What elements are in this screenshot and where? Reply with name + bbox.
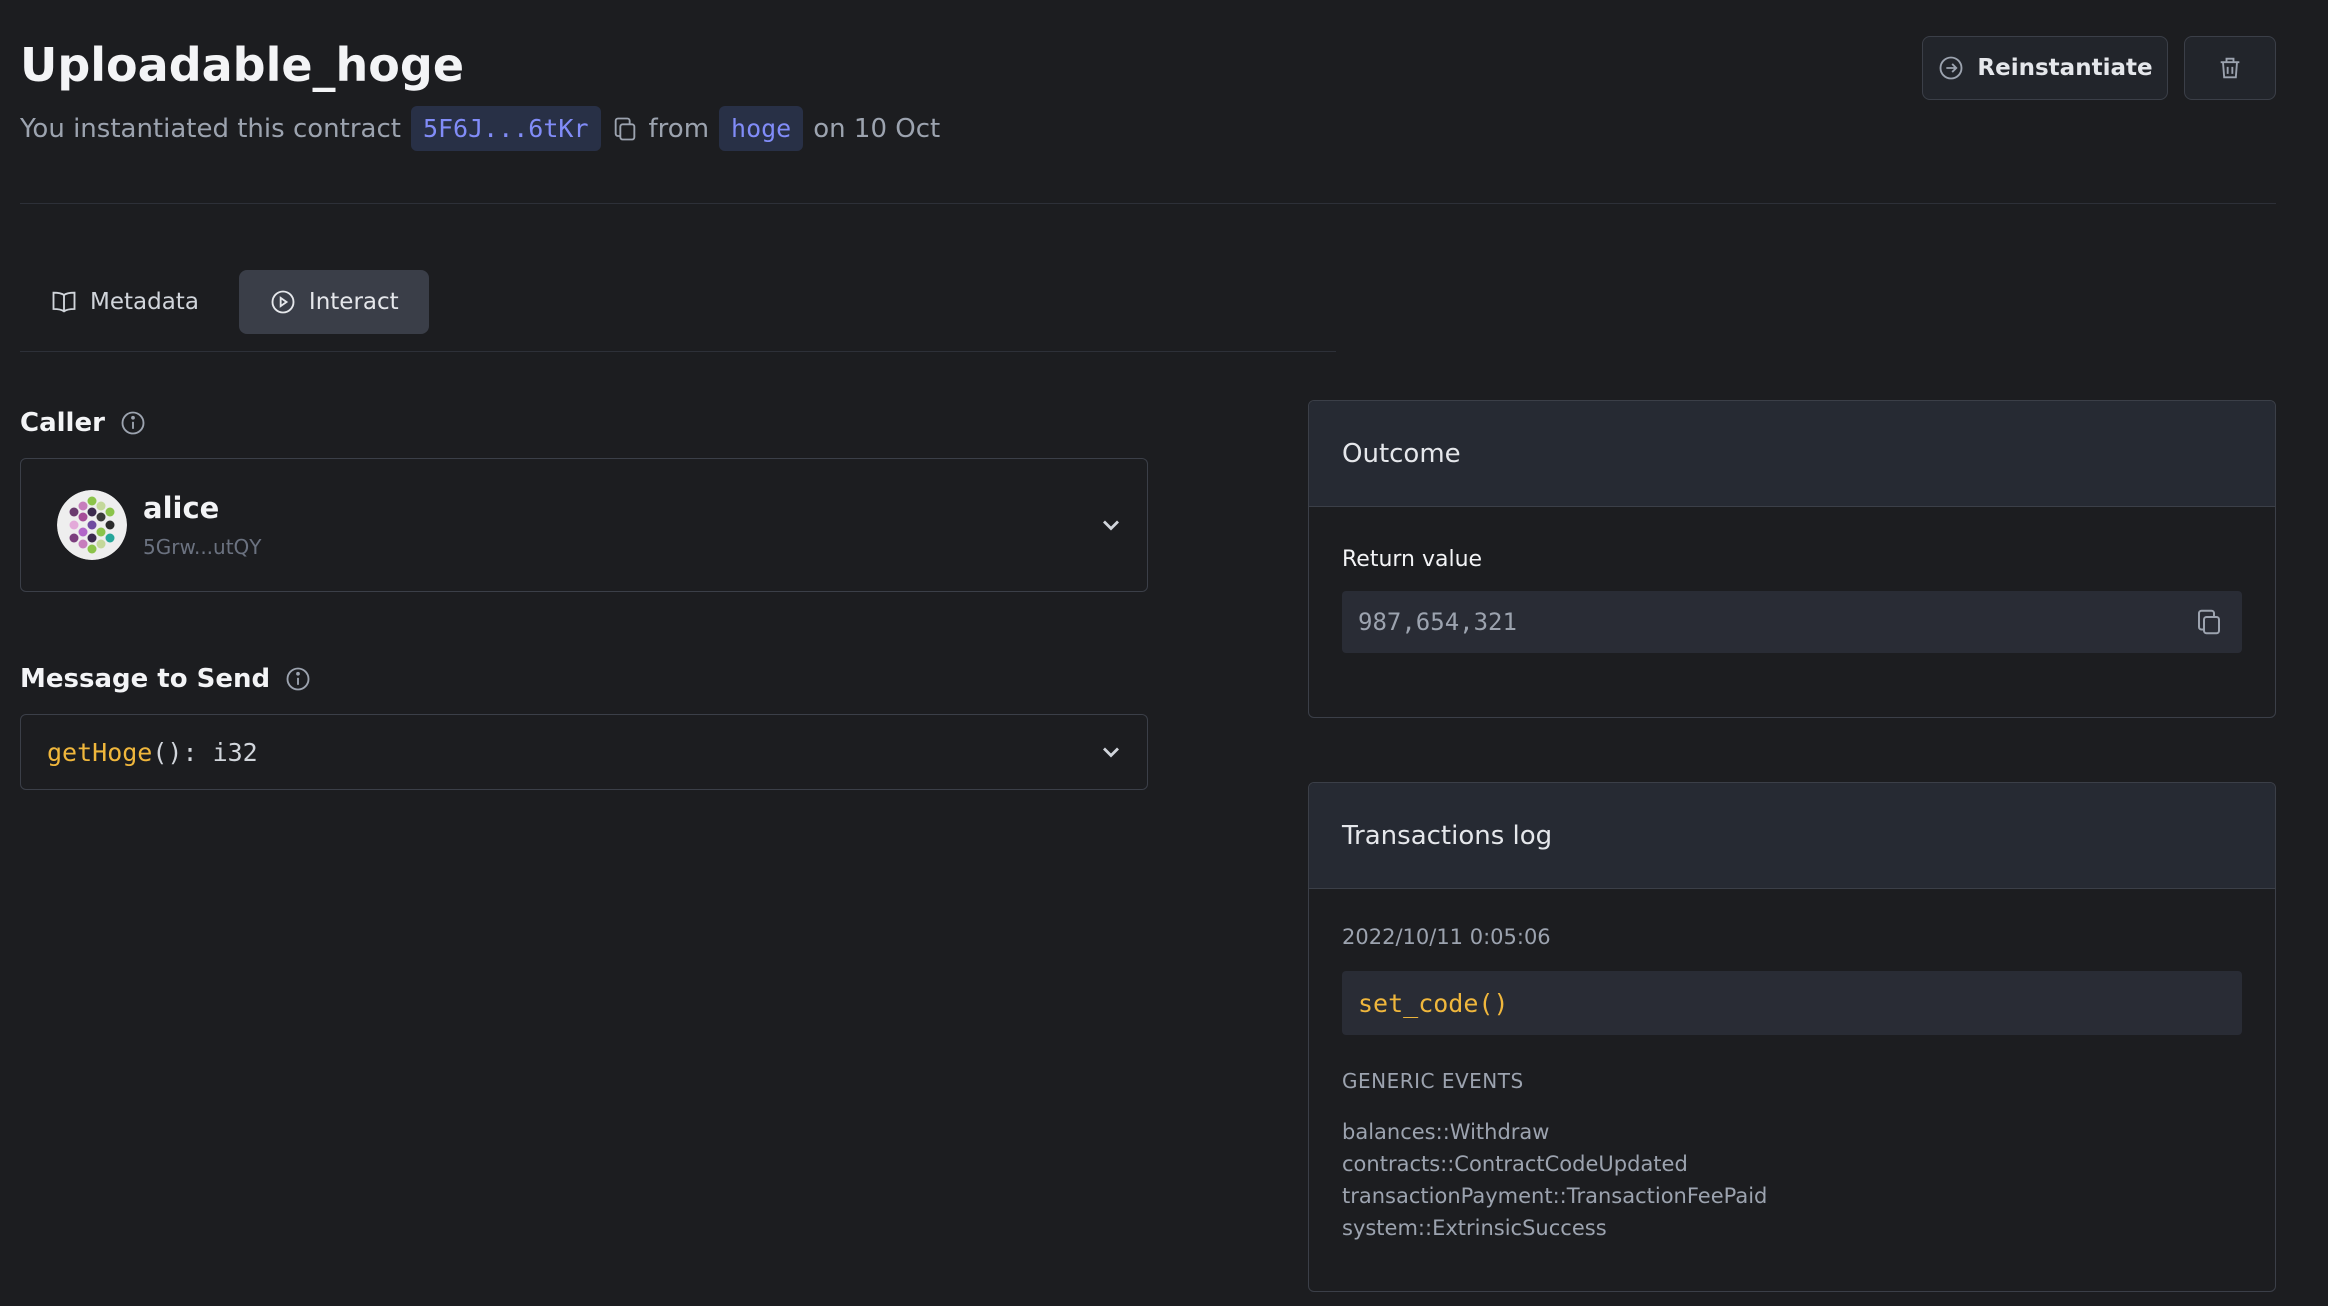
- tab-interact[interactable]: Interact: [238, 270, 429, 334]
- header-divider: [20, 203, 2276, 204]
- message-label: Message to Send: [20, 664, 271, 694]
- outcome-panel: Outcome Return value 987,654,321: [1308, 400, 2276, 718]
- caller-address: 5Grw...utQY: [143, 535, 262, 559]
- events-heading: GENERIC EVENTS: [1342, 1069, 1524, 1093]
- avatar: [57, 490, 127, 560]
- page-title: Uploadable_hoge: [20, 38, 465, 92]
- tabs-divider: [20, 351, 1336, 352]
- tab-interact-label: Interact: [308, 289, 399, 315]
- return-value: 987,654,321: [1358, 608, 1517, 636]
- message-function-name: getHoge: [47, 737, 153, 767]
- book-icon: [50, 288, 78, 316]
- chevron-down-icon: [1097, 511, 1125, 539]
- caller-name: alice: [143, 491, 220, 525]
- transaction-call: set_code(): [1342, 971, 2242, 1035]
- subtitle-prefix: You instantiated this contract: [20, 113, 401, 144]
- return-value-field: 987,654,321: [1342, 591, 2242, 653]
- outcome-title: Outcome: [1309, 401, 2275, 507]
- reinstantiate-button[interactable]: Reinstantiate: [1922, 36, 2168, 100]
- header-actions: Reinstantiate: [1922, 36, 2276, 100]
- chevron-down-icon: [1097, 738, 1125, 766]
- message-select[interactable]: getHoge (): i32: [20, 714, 1148, 790]
- events-list: balances::Withdraw contracts::ContractCo…: [1342, 1116, 1767, 1244]
- tab-metadata[interactable]: Metadata: [20, 270, 229, 334]
- contract-page: Uploadable_hoge You instantiated this co…: [0, 0, 2328, 1306]
- caller-label: Caller: [20, 408, 105, 438]
- info-icon[interactable]: [284, 665, 312, 693]
- date-text: on 10 Oct: [813, 113, 941, 144]
- info-icon[interactable]: [119, 409, 147, 437]
- list-item: balances::Withdraw: [1342, 1120, 1550, 1144]
- from-text: from: [648, 113, 710, 144]
- message-label-row: Message to Send: [20, 664, 312, 694]
- contract-address-badge: 5F6J...6tKr: [410, 106, 601, 151]
- reinstantiate-label: Reinstantiate: [1977, 55, 2153, 81]
- list-item: contracts::ContractCodeUpdated: [1342, 1152, 1688, 1176]
- code-name-badge[interactable]: hoge: [719, 106, 804, 151]
- message-signature: (): i32: [152, 737, 258, 767]
- transactions-panel: Transactions log 2022/10/11 0:05:06 set_…: [1308, 782, 2276, 1292]
- transactions-title: Transactions log: [1309, 783, 2275, 889]
- copy-icon[interactable]: [2194, 607, 2224, 637]
- trash-icon: [2216, 54, 2244, 82]
- caller-select[interactable]: alice 5Grw...utQY: [20, 458, 1148, 592]
- tab-bar: Metadata Interact: [20, 270, 429, 334]
- copy-icon[interactable]: [611, 115, 639, 143]
- tab-metadata-label: Metadata: [90, 289, 199, 315]
- contract-subtitle: You instantiated this contract 5F6J...6t…: [20, 106, 940, 151]
- caller-label-row: Caller: [20, 408, 147, 438]
- play-circle-icon: [269, 288, 297, 316]
- list-item: transactionPayment::TransactionFeePaid: [1342, 1184, 1768, 1208]
- return-value-label: Return value: [1342, 547, 1483, 572]
- caller-identity: alice 5Grw...utQY: [143, 491, 262, 559]
- delete-button[interactable]: [2184, 36, 2276, 100]
- list-item: system::ExtrinsicSuccess: [1342, 1216, 1607, 1240]
- arrow-circle-right-icon: [1937, 54, 1965, 82]
- transaction-timestamp: 2022/10/11 0:05:06: [1342, 925, 1551, 949]
